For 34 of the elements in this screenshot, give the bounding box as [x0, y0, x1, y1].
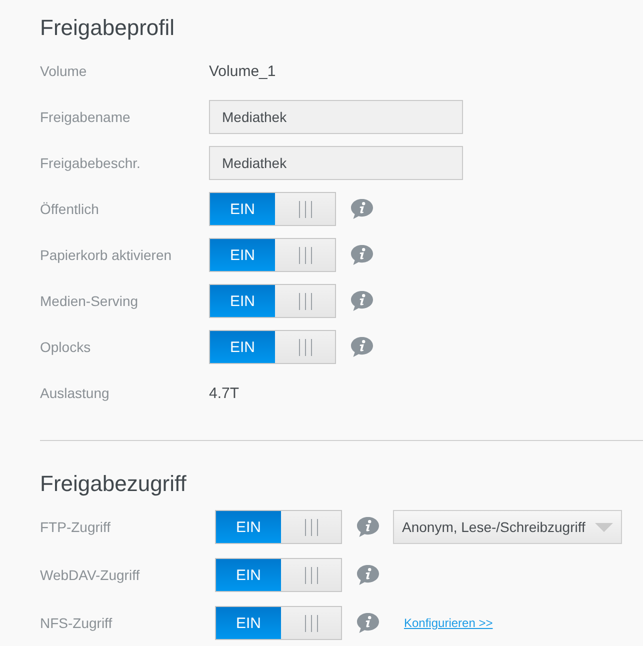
field-label: Auslastung — [40, 385, 110, 401]
toggle-switch[interactable]: EIN — [209, 330, 336, 364]
field-label: Volume — [40, 63, 88, 79]
toggle-switch[interactable]: EIN — [209, 284, 336, 318]
info-icon[interactable] — [357, 517, 379, 537]
toggle-switch[interactable]: EIN — [215, 558, 342, 592]
section-title: Freigabeprofil — [40, 14, 175, 42]
field-value: 4.7T — [209, 384, 240, 402]
toggle-switch[interactable]: EIN — [215, 606, 342, 640]
field-label: Medien-Serving — [40, 293, 140, 309]
access-dropdown[interactable]: Anonym, Lese-/Schreibzugriff — [393, 510, 622, 544]
field-label: Papierkorb aktivieren — [40, 247, 173, 263]
field-label: Freigabename — [40, 109, 132, 125]
toggle-switch[interactable]: EIN — [215, 510, 342, 544]
info-icon[interactable] — [351, 337, 373, 357]
info-icon[interactable] — [357, 613, 379, 633]
field-label: Oplocks — [40, 339, 92, 355]
info-icon[interactable] — [351, 245, 373, 265]
caret-icon — [595, 522, 613, 532]
field-label: NFS-Zugriff — [40, 615, 114, 631]
toggle-switch[interactable]: EIN — [209, 192, 336, 226]
info-icon[interactable] — [351, 199, 373, 219]
configure-link[interactable]: Konfigurieren >> — [404, 616, 493, 630]
field-label: Öffentlich — [40, 201, 100, 217]
field-label: FTP-Zugriff — [40, 519, 112, 535]
field-value: Volume_1 — [209, 62, 276, 80]
field-label: WebDAV-Zugriff — [40, 567, 141, 583]
text-input[interactable]: Mediathek — [209, 100, 463, 134]
info-icon[interactable] — [357, 565, 379, 585]
field-label: Freigabebeschr. — [40, 155, 142, 171]
section-title: Freigabezugriff — [40, 470, 186, 498]
toggle-switch[interactable]: EIN — [209, 238, 336, 272]
text-input[interactable]: Mediathek — [209, 146, 463, 180]
info-icon[interactable] — [351, 291, 373, 311]
